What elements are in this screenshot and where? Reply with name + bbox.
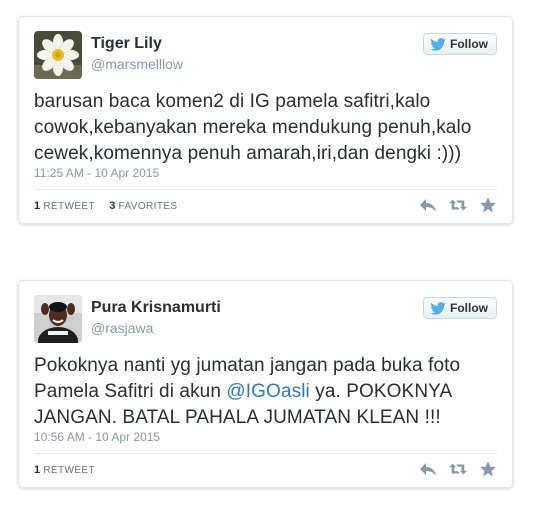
user-handle[interactable]: @rasjawa	[91, 320, 153, 336]
mention-link[interactable]: @IGOasli	[226, 381, 309, 402]
user-name[interactable]: Pura Krisnamurti	[91, 299, 221, 317]
person-avatar-image	[34, 295, 82, 343]
favorite-label[interactable]: FAVORITES	[119, 201, 178, 212]
user-name[interactable]: Tiger Lily	[91, 35, 162, 53]
tweet-card: Tiger Lily @marsmelllow Follow barusan b…	[18, 16, 513, 224]
tweet-timestamp[interactable]: 11:25 AM - 10 Apr 2015	[34, 166, 159, 180]
divider	[34, 453, 497, 454]
user-handle[interactable]: @marsmelllow	[91, 56, 183, 72]
twitter-bird-icon	[430, 301, 446, 315]
favorite-count[interactable]: 3	[109, 200, 115, 212]
flower-avatar-image	[34, 31, 82, 79]
tweet-stats: 1 RETWEET	[34, 464, 95, 476]
retweet-icon[interactable]	[449, 461, 467, 477]
follow-label: Follow	[450, 37, 488, 51]
twitter-bird-icon	[430, 37, 446, 51]
retweet-count[interactable]: 1	[34, 200, 40, 212]
tweet-text: barusan baca komen2 di IG pamela safitri…	[34, 91, 472, 164]
follow-button[interactable]: Follow	[423, 33, 497, 55]
tweet-actions	[419, 197, 497, 213]
tweet-timestamp[interactable]: 10:56 AM - 10 Apr 2015	[34, 430, 160, 444]
tweet-text: Pokoknya nanti yg jumatan jangan pada bu…	[34, 353, 497, 431]
retweet-icon[interactable]	[449, 197, 467, 213]
tweet-actions	[419, 461, 497, 477]
tweet-card: Pura Krisnamurti @rasjawa Follow Pokokny…	[18, 280, 513, 488]
retweet-count[interactable]: 1	[34, 464, 40, 476]
divider	[34, 189, 497, 190]
tweet-stats: 1 RETWEET 3 FAVORITES	[34, 200, 178, 212]
reply-icon[interactable]	[419, 461, 437, 477]
retweet-label[interactable]: RETWEET	[43, 465, 95, 476]
follow-label: Follow	[450, 301, 488, 315]
star-icon[interactable]	[479, 197, 497, 213]
avatar[interactable]	[34, 31, 82, 79]
follow-button[interactable]: Follow	[423, 297, 497, 319]
avatar[interactable]	[34, 295, 82, 343]
star-icon[interactable]	[479, 461, 497, 477]
retweet-label[interactable]: RETWEET	[43, 201, 95, 212]
reply-icon[interactable]	[419, 197, 437, 213]
